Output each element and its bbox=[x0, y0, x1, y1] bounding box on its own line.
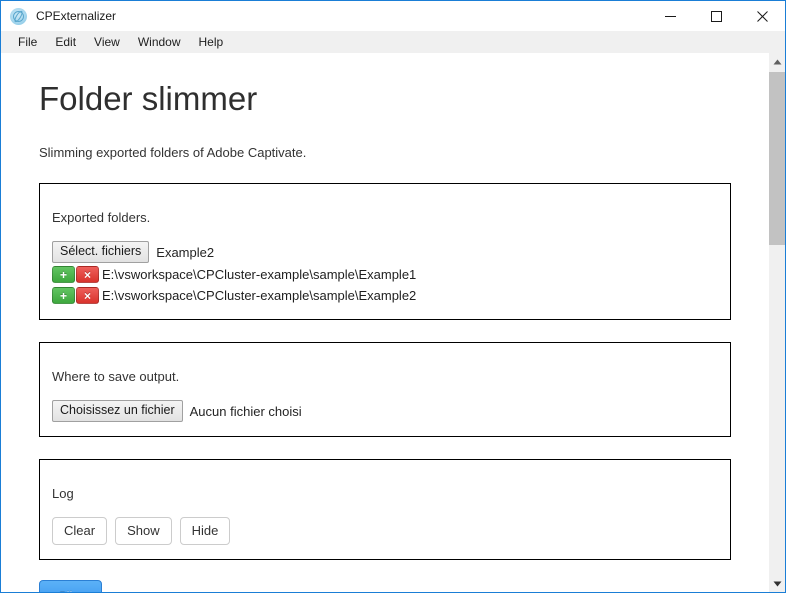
app-globe-icon bbox=[10, 7, 27, 25]
close-button[interactable] bbox=[739, 1, 785, 31]
folder-path: E:\vsworkspace\CPCluster-example\sample\… bbox=[102, 267, 417, 282]
menu-bar: File Edit View Window Help bbox=[1, 31, 785, 53]
log-panel: Log Clear Show Hide bbox=[39, 459, 731, 560]
exported-folders-panel: Exported folders. Sélect. fichiers Examp… bbox=[39, 183, 731, 320]
minimize-icon bbox=[664, 15, 676, 17]
folder-path: E:\vsworkspace\CPCluster-example\sample\… bbox=[102, 288, 417, 303]
scroll-up-button[interactable] bbox=[769, 53, 785, 70]
window-title: CPExternalizer bbox=[36, 9, 117, 23]
cross-icon[interactable]: × bbox=[76, 287, 99, 304]
page-title: Folder slimmer bbox=[39, 80, 258, 117]
selected-file-name: Example2 bbox=[156, 244, 215, 260]
window-controls bbox=[647, 1, 785, 31]
menu-item-help[interactable]: Help bbox=[190, 31, 233, 53]
select-files-button[interactable]: Sélect. fichiers bbox=[52, 241, 150, 263]
slim-button[interactable]: Slim bbox=[39, 580, 103, 592]
caret-up-icon bbox=[773, 59, 781, 64]
show-log-button[interactable]: Show bbox=[115, 517, 172, 545]
choose-file-button[interactable]: Choisissez un fichier bbox=[52, 400, 183, 422]
output-selected-file-name: Aucun fichier choisi bbox=[189, 403, 302, 419]
output-file-chooser-row: Choisissez un fichier Aucun fichier choi… bbox=[52, 400, 716, 422]
hide-log-button[interactable]: Hide bbox=[179, 517, 231, 545]
scroll-down-button[interactable] bbox=[769, 575, 785, 592]
application-window: CPExternalizer File Edit View Window Hel… bbox=[0, 0, 786, 593]
plus-icon[interactable]: + bbox=[52, 266, 75, 283]
exported-file-chooser-row: Sélect. fichiers Example2 bbox=[52, 241, 716, 263]
output-folder-panel: Where to save output. Choisissez un fich… bbox=[39, 342, 731, 437]
content-area: Folder slimmer Slimming exported folders… bbox=[1, 53, 785, 592]
log-button-group: Clear Show Hide bbox=[52, 517, 716, 545]
caret-down-icon bbox=[773, 581, 781, 586]
title-bar-left: CPExternalizer bbox=[1, 7, 647, 25]
log-label: Log bbox=[52, 486, 74, 501]
clear-log-button[interactable]: Clear bbox=[52, 517, 108, 545]
minimize-button[interactable] bbox=[647, 1, 693, 31]
output-folder-label: Where to save output. bbox=[52, 369, 180, 384]
menu-item-file[interactable]: File bbox=[9, 31, 46, 53]
page-body: Folder slimmer Slimming exported folders… bbox=[1, 53, 769, 592]
exported-folders-label: Exported folders. bbox=[52, 210, 151, 225]
plus-icon[interactable]: + bbox=[52, 287, 75, 304]
page-subtitle: Slimming exported folders of Adobe Capti… bbox=[39, 145, 307, 160]
close-icon bbox=[756, 10, 768, 22]
menu-item-window[interactable]: Window bbox=[129, 31, 190, 53]
scrollbar-thumb[interactable] bbox=[769, 72, 785, 245]
menu-item-edit[interactable]: Edit bbox=[46, 31, 85, 53]
list-item: + × E:\vsworkspace\CPCluster-example\sam… bbox=[52, 265, 716, 284]
list-item: + × E:\vsworkspace\CPCluster-example\sam… bbox=[52, 286, 716, 305]
cross-icon[interactable]: × bbox=[76, 266, 99, 283]
maximize-button[interactable] bbox=[693, 1, 739, 31]
exported-path-list: + × E:\vsworkspace\CPCluster-example\sam… bbox=[52, 265, 716, 305]
maximize-icon bbox=[710, 10, 722, 22]
menu-item-view[interactable]: View bbox=[85, 31, 129, 53]
title-bar: CPExternalizer bbox=[1, 1, 785, 31]
vertical-scrollbar[interactable] bbox=[769, 53, 785, 592]
